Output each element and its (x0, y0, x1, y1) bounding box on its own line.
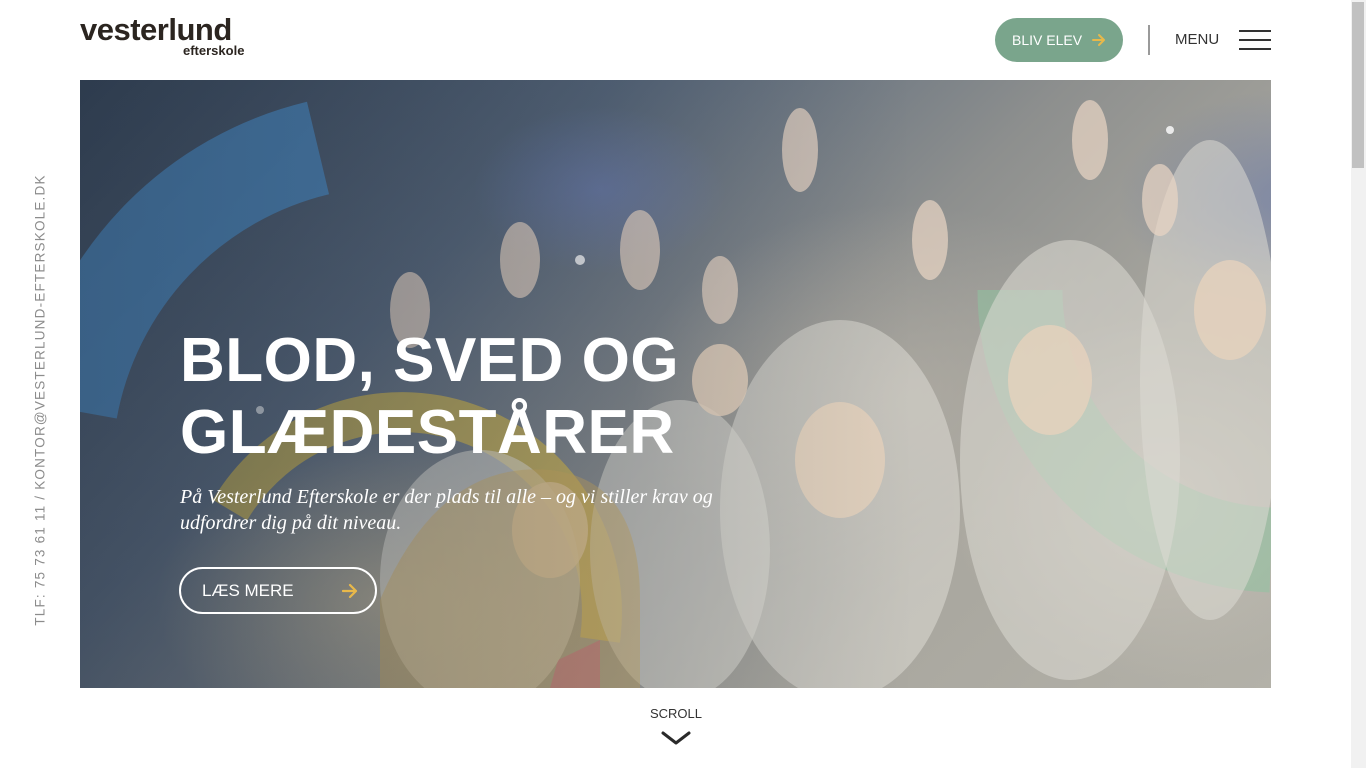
header-divider (1148, 25, 1150, 55)
logo-wordmark: vesterlund (80, 12, 232, 47)
side-contact-info: TLF: 75 73 61 11 / KONTOR@VESTERLUND-EFT… (32, 174, 48, 626)
read-more-label: LÆS MERE (202, 580, 294, 600)
scrollbar-thumb[interactable] (1352, 2, 1364, 168)
menu-label[interactable]: MENU (1175, 31, 1219, 48)
scroll-label[interactable]: SCROLL (640, 706, 712, 721)
chevron-down-icon[interactable] (661, 730, 691, 746)
arrow-right-icon (1092, 34, 1105, 46)
hero-title-line-2: GLÆDESTÅRER (180, 398, 675, 467)
hero-intro-text: På Vesterlund Efterskole er der plads ti… (180, 486, 713, 534)
become-student-button[interactable]: BLIV ELEV (995, 18, 1123, 62)
hero-title-line-1: BLOD, SVED OG (180, 326, 680, 395)
become-student-label: BLIV ELEV (1012, 32, 1083, 48)
hamburger-icon[interactable] (1239, 30, 1271, 50)
logo-subtitle: efterskole (183, 43, 245, 58)
hero-banner: BLOD, SVED OG GLÆDESTÅRER På Vesterlund … (80, 80, 1271, 688)
arrow-right-icon (342, 583, 358, 599)
page-scrollbar[interactable] (1351, 0, 1366, 768)
read-more-button[interactable]: LÆS MERE (179, 567, 377, 614)
site-logo[interactable]: vesterlund efterskole (80, 14, 260, 60)
hero-title: BLOD, SVED OG GLÆDESTÅRER (180, 325, 820, 469)
